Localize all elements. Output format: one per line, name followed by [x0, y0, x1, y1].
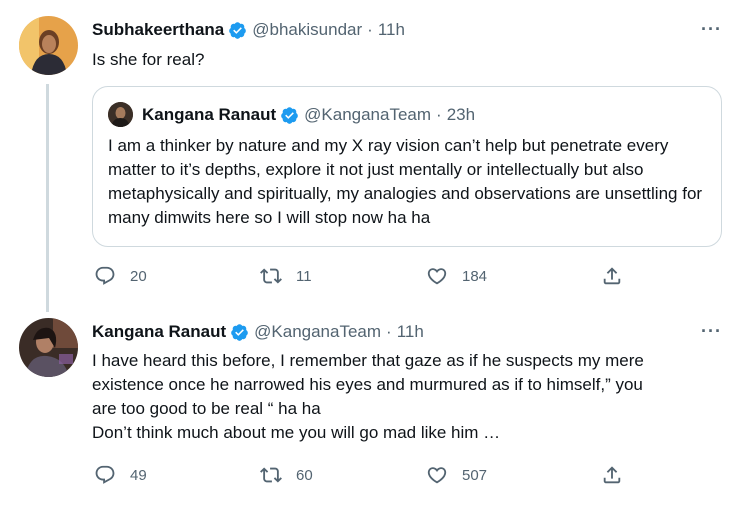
avatar-image	[19, 318, 78, 377]
separator-dot: ·	[436, 105, 442, 124]
like-button[interactable]: 184	[426, 265, 487, 287]
avatar[interactable]	[19, 318, 78, 377]
more-icon[interactable]: ···	[701, 20, 722, 38]
author-name[interactable]: Subhakeerthana	[92, 20, 224, 40]
like-count: 507	[462, 466, 488, 484]
quoted-avatar-image	[108, 102, 133, 127]
tweet-text: I have heard this before, I remember tha…	[92, 349, 712, 445]
tweet-header: Subhakeerthana @bhakisundar · 11h	[92, 18, 405, 42]
reply-button[interactable]: 20	[94, 265, 147, 287]
retweet-icon	[260, 268, 282, 284]
retweet-icon	[260, 467, 282, 483]
retweet-count: 11	[296, 267, 312, 285]
share-icon	[603, 466, 621, 484]
tweet-text-line: are too good to be real “ ha ha	[92, 399, 321, 418]
quoted-timestamp: 23h	[446, 105, 476, 124]
retweet-button[interactable]: 11	[260, 265, 312, 287]
tweet-1[interactable]: Subhakeerthana @bhakisundar · 11h ··· Is…	[0, 0, 747, 312]
like-count: 184	[462, 267, 488, 285]
share-button[interactable]	[601, 464, 623, 486]
reply-button[interactable]: 49	[94, 464, 147, 486]
verified-badge-icon	[281, 106, 298, 124]
reply-icon	[95, 465, 115, 484]
avatar[interactable]	[19, 16, 78, 75]
tweet-text-line: existence once he narrowed his eyes and …	[92, 375, 643, 394]
tweet-actions: 20 11 184	[92, 265, 652, 289]
separator-dot: ·	[386, 322, 392, 341]
separator-dot: ·	[367, 20, 373, 39]
author-handle[interactable]: @bhakisundar	[252, 20, 362, 40]
reply-count: 49	[130, 466, 147, 484]
verified-badge-icon	[229, 21, 247, 39]
quoted-avatar	[108, 102, 133, 127]
quoted-header: Kangana Ranaut @KanganaTeam · 23h	[142, 102, 475, 128]
verified-badge-icon	[231, 323, 248, 341]
like-icon	[427, 268, 447, 285]
quoted-tweet[interactable]: Kangana Ranaut @KanganaTeam · 23h I am a…	[92, 86, 722, 247]
avatar-image	[19, 16, 78, 75]
share-button[interactable]	[601, 265, 623, 287]
tweet-text-line: I have heard this before, I remember tha…	[92, 351, 644, 370]
share-icon	[603, 267, 621, 285]
timestamp[interactable]: 11h	[378, 20, 405, 40]
like-icon	[427, 467, 447, 484]
tweet-2[interactable]: Kangana Ranaut @KanganaTeam · 11h ··· I …	[0, 312, 747, 505]
tweet-actions: 49 60 507	[92, 464, 652, 488]
timestamp[interactable]: 11h	[397, 322, 424, 342]
tweet-text: Is she for real?	[92, 50, 205, 69]
retweet-count: 60	[296, 466, 313, 484]
like-button[interactable]: 507	[426, 464, 487, 486]
more-icon[interactable]: ···	[701, 322, 722, 340]
reply-icon	[95, 266, 115, 285]
tweet-text-line: Don’t think much about me you will go ma…	[92, 423, 501, 442]
quoted-tweet-text: I am a thinker by nature and my X ray vi…	[108, 136, 703, 227]
author-name[interactable]: Kangana Ranaut	[92, 322, 226, 342]
retweet-button[interactable]: 60	[260, 464, 313, 486]
tweet-header: Kangana Ranaut @KanganaTeam · 11h	[92, 320, 424, 344]
reply-count: 20	[130, 267, 147, 285]
author-handle[interactable]: @KanganaTeam	[254, 322, 381, 342]
quoted-author-name: Kangana Ranaut	[142, 105, 277, 124]
quoted-author-handle: @KanganaTeam	[304, 105, 432, 124]
